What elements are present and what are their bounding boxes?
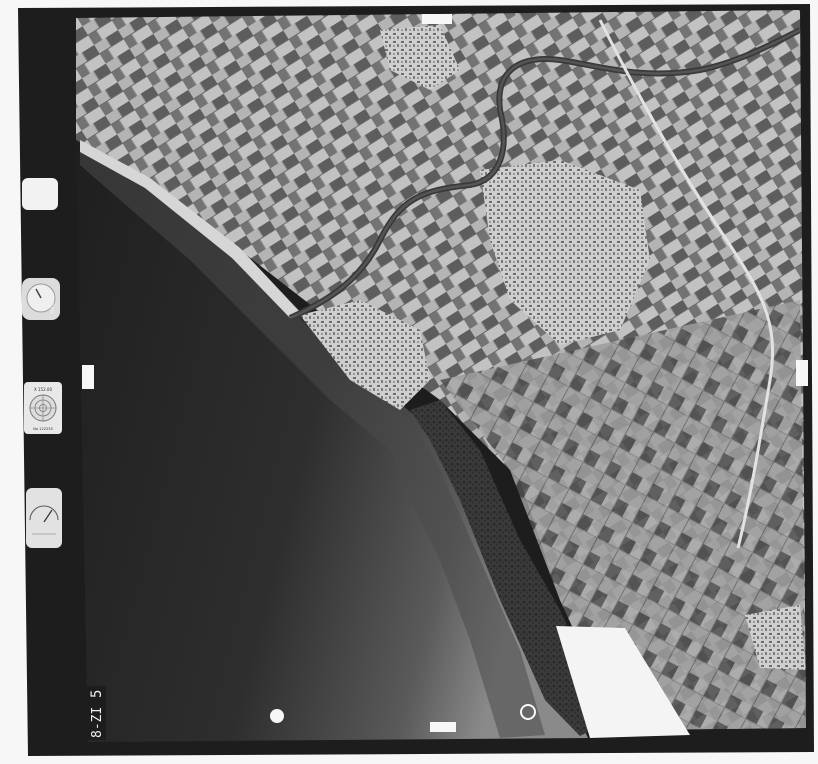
frame-number-strip: 8-ZI 5: [86, 686, 106, 740]
strip-code: 8-ZI: [90, 707, 105, 738]
altimeter-label-top: X 152.00: [34, 387, 52, 392]
frame-number: 5: [89, 690, 105, 698]
altimeter-label-bottom: No 122235: [33, 427, 53, 431]
altimeter-dial: X 152.00 No 122235: [24, 382, 62, 434]
level-gauge: [26, 488, 62, 548]
aerial-photo-frame: KERN X 152.00 No 122235 8-ZI 5: [0, 0, 818, 764]
clock-dial: KERN: [22, 278, 60, 320]
clock-label: KERN: [48, 300, 54, 314]
altimeter-blank-window: [22, 178, 58, 210]
